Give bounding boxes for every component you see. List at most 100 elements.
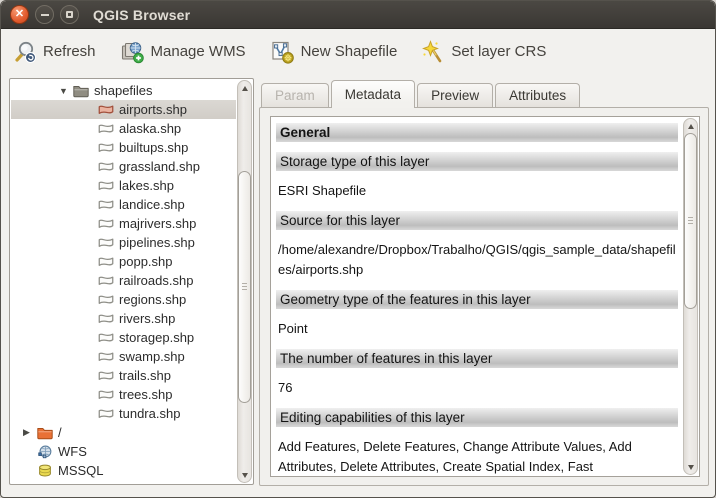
metadata-view: General Storage type of this layer ESRI … (270, 116, 700, 477)
scroll-up-button[interactable] (684, 120, 697, 132)
tab-bar: Param Metadata Preview Attributes (261, 80, 582, 107)
tab-metadata[interactable]: Metadata (331, 80, 415, 108)
scroll-up-button[interactable] (238, 82, 251, 94)
shapefile-icon (97, 349, 115, 364)
shapefile-icon (97, 368, 115, 383)
metadata-value: Add Features, Delete Features, Change At… (278, 437, 676, 475)
tree-item-label: railroads.shp (119, 273, 193, 288)
maximize-button[interactable] (60, 5, 79, 24)
tree-item-shapefile[interactable]: airports.shp (11, 100, 236, 119)
metadata-field-header: Storage type of this layer (276, 152, 678, 171)
tree-item-shapefile[interactable]: trees.shp (11, 385, 236, 404)
shapefile-icon (97, 254, 115, 269)
tree-scrollbar[interactable] (237, 80, 252, 483)
titlebar[interactable]: ✕ QGIS Browser (1, 1, 715, 29)
expander-right-icon[interactable]: ▶ (23, 427, 36, 438)
maximize-icon (66, 11, 73, 18)
manage-wms-button[interactable]: Manage WMS (116, 37, 250, 67)
tree-item-shapefile[interactable]: pipelines.shp (11, 233, 236, 252)
tree-item-shapefile[interactable]: popp.shp (11, 252, 236, 271)
metadata-field-header: Editing capabilities of this layer (276, 408, 678, 427)
scroll-down-button[interactable] (684, 461, 697, 473)
metadata-field-header: Source for this layer (276, 211, 678, 230)
metadata-value: Point (278, 319, 676, 339)
tree-item-filesystem-root[interactable]: ▶ / (11, 423, 236, 442)
tree-item-label: popp.shp (119, 254, 173, 269)
shapefile-icon (97, 235, 115, 250)
tree-item-label: airports.shp (119, 102, 187, 117)
tree-item-mssql[interactable]: MSSQL (11, 461, 236, 480)
metadata-content: General Storage type of this layer ESRI … (272, 117, 681, 475)
new-shapefile-button[interactable]: New Shapefile (266, 37, 402, 67)
tree-item-shapefile[interactable]: majrivers.shp (11, 214, 236, 233)
tree-item-label: trails.shp (119, 368, 171, 383)
tree-item-shapefile[interactable]: lakes.shp (11, 176, 236, 195)
manage-wms-icon (120, 40, 145, 64)
metadata-field-header: Geometry type of the features in this la… (276, 290, 678, 309)
tree-item-label: landice.shp (119, 197, 185, 212)
set-layer-crs-label: Set layer CRS (451, 43, 546, 60)
metadata-field-header: The number of features in this layer (276, 349, 678, 368)
tree-item-shapefile[interactable]: alaska.shp (11, 119, 236, 138)
ows-icon (36, 482, 54, 485)
shapefile-icon (97, 216, 115, 231)
tree-item-label: lakes.shp (119, 178, 174, 193)
refresh-button[interactable]: Refresh (9, 37, 100, 67)
tab-attributes[interactable]: Attributes (495, 83, 580, 107)
refresh-magnifier-icon (13, 40, 37, 64)
scrollbar-thumb[interactable] (238, 171, 251, 403)
main-toolbar: Refresh Manage WMS (1, 29, 715, 74)
tree-item-shapefile[interactable]: railroads.shp (11, 271, 236, 290)
minimize-icon (41, 14, 49, 16)
qgis-browser-window: ✕ QGIS Browser Refresh (0, 0, 716, 498)
scroll-down-button[interactable] (238, 469, 251, 481)
tree-item-shapefile[interactable]: builtups.shp (11, 138, 236, 157)
tree-item-shapefile[interactable]: grassland.shp (11, 157, 236, 176)
tree-item-label: WFS (58, 444, 87, 459)
set-layer-crs-button[interactable]: Set layer CRS (417, 37, 550, 67)
tree-item-shapefiles[interactable]: ▼ shapefiles (11, 81, 236, 100)
tree-item-label: / (58, 425, 62, 440)
database-icon (36, 463, 54, 478)
thumb-grip (688, 217, 693, 225)
tree-item-wfs[interactable]: WFS (11, 442, 236, 461)
close-button[interactable]: ✕ (10, 5, 29, 24)
tab-preview[interactable]: Preview (417, 83, 493, 107)
browser-tree-panel: ▼ shapefiles airports.shp alaska.shp bui… (9, 78, 254, 485)
tree-item-label: grassland.shp (119, 159, 200, 174)
tree-item-label: pipelines.shp (119, 235, 195, 250)
refresh-label: Refresh (43, 43, 96, 60)
shapefile-icon (97, 292, 115, 307)
tree-item-shapefile[interactable]: trails.shp (11, 366, 236, 385)
tab-frame: General Storage type of this layer ESRI … (259, 107, 709, 486)
shapefile-icon (97, 406, 115, 421)
tree-item-label: storagep.shp (119, 330, 194, 345)
new-shapefile-icon (270, 40, 295, 64)
tree-item-shapefile[interactable]: swamp.shp (11, 347, 236, 366)
folder-icon (36, 425, 54, 440)
tree-item-shapefile[interactable]: regions.shp (11, 290, 236, 309)
scrollbar-thumb[interactable] (684, 133, 697, 309)
tab-label: Preview (431, 88, 479, 103)
tree-item-shapefile[interactable]: rivers.shp (11, 309, 236, 328)
tree-item-shapefile[interactable]: tundra.shp (11, 404, 236, 423)
shapefile-icon (97, 178, 115, 193)
metadata-value: 76 (278, 378, 676, 398)
expander-down-icon[interactable]: ▼ (59, 86, 72, 96)
tree-item-label: OWS (58, 482, 89, 485)
tree-item-shapefile[interactable]: storagep.shp (11, 328, 236, 347)
magic-wand-icon (421, 40, 445, 64)
wfs-globe-icon (36, 444, 54, 459)
tab-label: Attributes (509, 88, 566, 103)
metadata-scrollbar[interactable] (683, 118, 698, 475)
tree-item-shapefile[interactable]: landice.shp (11, 195, 236, 214)
tree-item-ows[interactable]: OWS (11, 480, 236, 485)
manage-wms-label: Manage WMS (151, 43, 246, 60)
minimize-button[interactable] (35, 5, 54, 24)
metadata-value: ESRI Shapefile (278, 181, 676, 201)
new-shapefile-label: New Shapefile (301, 43, 398, 60)
shapefile-icon (97, 273, 115, 288)
arrow-up-icon (688, 124, 694, 129)
folder-icon (72, 83, 90, 98)
tab-label: Metadata (345, 87, 401, 102)
